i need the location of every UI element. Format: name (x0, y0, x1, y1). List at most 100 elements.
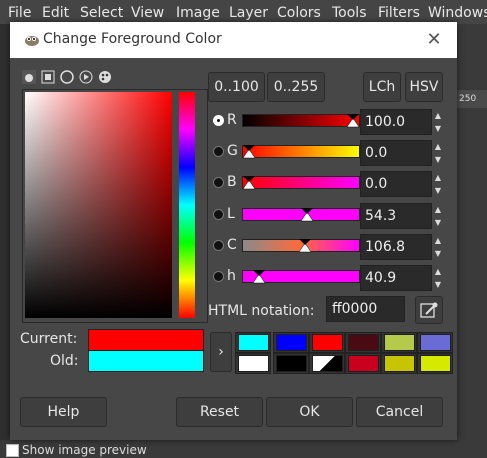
old-color-label: Old: (50, 353, 79, 369)
spin-down-icon[interactable]: ▼ (431, 122, 445, 135)
history-color-swatch (348, 334, 379, 351)
history-color-cell[interactable] (273, 353, 309, 374)
menu-edit[interactable]: Edit (42, 5, 69, 21)
history-color-cell[interactable] (309, 353, 345, 374)
range-0-255-button[interactable]: 0..255 (267, 72, 325, 102)
menu-layer[interactable]: Layer (229, 5, 268, 21)
channel-h-slider[interactable] (242, 270, 360, 284)
history-color-swatch (276, 334, 307, 351)
wheel-selector-tab-icon[interactable] (60, 70, 74, 84)
range-0-100-button[interactable]: 0..100 (208, 72, 265, 102)
cmyk-selector-tab-icon[interactable] (41, 70, 55, 84)
channel-g-radio[interactable] (213, 146, 224, 157)
channel-h-value-field[interactable]: 40.9 (360, 265, 432, 291)
history-color-cell[interactable] (345, 332, 381, 353)
add-to-history-button[interactable]: › (210, 332, 232, 372)
channel-r-radio[interactable] (213, 115, 224, 126)
spin-up-icon[interactable]: ▲ (431, 140, 445, 153)
left-dock (0, 24, 10, 458)
channel-b-spinner[interactable]: ▲ ▼ (431, 171, 445, 197)
channel-l-value-field[interactable]: 54.3 (360, 203, 432, 229)
menu-view[interactable]: View (131, 5, 164, 21)
history-color-cell[interactable] (273, 332, 309, 353)
cancel-button[interactable]: Cancel (356, 397, 443, 427)
close-icon[interactable]: ✕ (424, 30, 444, 50)
saturation-value-area[interactable] (25, 92, 172, 318)
channel-b-label: B (227, 174, 237, 190)
channel-c-spinner[interactable]: ▲ ▼ (431, 234, 445, 260)
ruler: 250 (455, 90, 487, 108)
menu-image[interactable]: Image (176, 5, 220, 21)
spin-down-icon[interactable]: ▼ (431, 184, 445, 197)
channel-g-spinner[interactable]: ▲ ▼ (431, 140, 445, 166)
channel-g-value: 0.0 (365, 145, 388, 161)
history-color-cell[interactable] (381, 353, 417, 374)
channel-h-radio[interactable] (213, 271, 224, 282)
lch-button[interactable]: LCh (363, 72, 401, 102)
menu-windows[interactable]: Windows (428, 5, 487, 21)
channel-l-slider[interactable] (242, 208, 360, 222)
channel-g-slider[interactable] (242, 145, 360, 159)
spin-down-icon[interactable]: ▼ (431, 216, 445, 229)
ok-button[interactable]: OK (266, 397, 353, 427)
palette-selector-tab-icon[interactable] (98, 70, 112, 84)
spin-down-icon[interactable]: ▼ (431, 247, 445, 260)
color-picker-button[interactable] (415, 296, 443, 324)
spin-up-icon[interactable]: ▲ (431, 171, 445, 184)
history-color-swatch (420, 334, 451, 351)
current-color-label: Current: (20, 331, 78, 347)
history-color-swatch (384, 355, 415, 372)
menu-filters[interactable]: Filters (378, 5, 420, 21)
old-color-swatch[interactable] (88, 350, 204, 372)
history-color-cell[interactable] (417, 353, 453, 374)
spin-up-icon[interactable]: ▲ (431, 234, 445, 247)
channel-b-slider[interactable] (242, 176, 360, 190)
history-color-swatch (238, 334, 269, 351)
menubar: File Edit Select View Image Layer Colors… (0, 0, 487, 24)
channel-r-spinner[interactable]: ▲ ▼ (431, 109, 445, 135)
slider-marker-icon (301, 208, 313, 222)
slider-marker-icon (347, 114, 359, 128)
gimp-selector-tab-icon[interactable] (22, 70, 36, 84)
history-color-cell[interactable] (345, 353, 381, 374)
menu-file[interactable]: File (8, 5, 31, 21)
watercolor-selector-tab-icon[interactable] (79, 70, 93, 84)
menu-select[interactable]: Select (80, 5, 123, 21)
channel-r-value: 100.0 (365, 114, 406, 130)
show-preview-checkbox[interactable] (6, 444, 19, 457)
menu-colors[interactable]: Colors (277, 5, 321, 21)
channel-r-slider[interactable] (242, 114, 360, 128)
channel-l-radio[interactable] (213, 209, 224, 220)
history-color-cell[interactable] (309, 332, 345, 353)
history-color-cell[interactable] (381, 332, 417, 353)
spin-up-icon[interactable]: ▲ (431, 265, 445, 278)
spin-down-icon[interactable]: ▼ (431, 153, 445, 166)
spin-up-icon[interactable]: ▲ (431, 109, 445, 122)
spin-up-icon[interactable]: ▲ (431, 203, 445, 216)
channel-h-label: h (227, 268, 236, 284)
channel-h-spinner[interactable]: ▲ ▼ (431, 265, 445, 291)
channel-c-value-field[interactable]: 106.8 (360, 234, 432, 260)
channel-g-value-field[interactable]: 0.0 (360, 140, 432, 166)
help-button[interactable]: Help (20, 397, 107, 427)
spin-down-icon[interactable]: ▼ (431, 278, 445, 291)
menu-tools[interactable]: Tools (332, 5, 367, 21)
history-color-cell[interactable] (235, 353, 271, 374)
reset-button[interactable]: Reset (176, 397, 263, 427)
channel-b-radio[interactable] (213, 177, 224, 188)
current-color-swatch (88, 329, 204, 351)
html-notation-input[interactable]: ff0000 (326, 296, 405, 322)
history-color-cell[interactable] (235, 332, 271, 353)
history-color-swatch (348, 355, 379, 372)
channel-c-radio[interactable] (213, 240, 224, 251)
channel-l-spinner[interactable]: ▲ ▼ (431, 203, 445, 229)
hue-strip[interactable] (179, 92, 195, 318)
slider-marker-icon (299, 239, 311, 253)
hsv-button[interactable]: HSV (405, 72, 443, 102)
titlebar: Change Foreground Color ✕ (10, 22, 457, 58)
history-color-cell[interactable] (417, 332, 453, 353)
channel-r-value-field[interactable]: 100.0 (360, 109, 432, 135)
channel-c-slider[interactable] (242, 239, 360, 253)
slider-marker-icon (253, 270, 265, 284)
channel-b-value-field[interactable]: 0.0 (360, 171, 432, 197)
